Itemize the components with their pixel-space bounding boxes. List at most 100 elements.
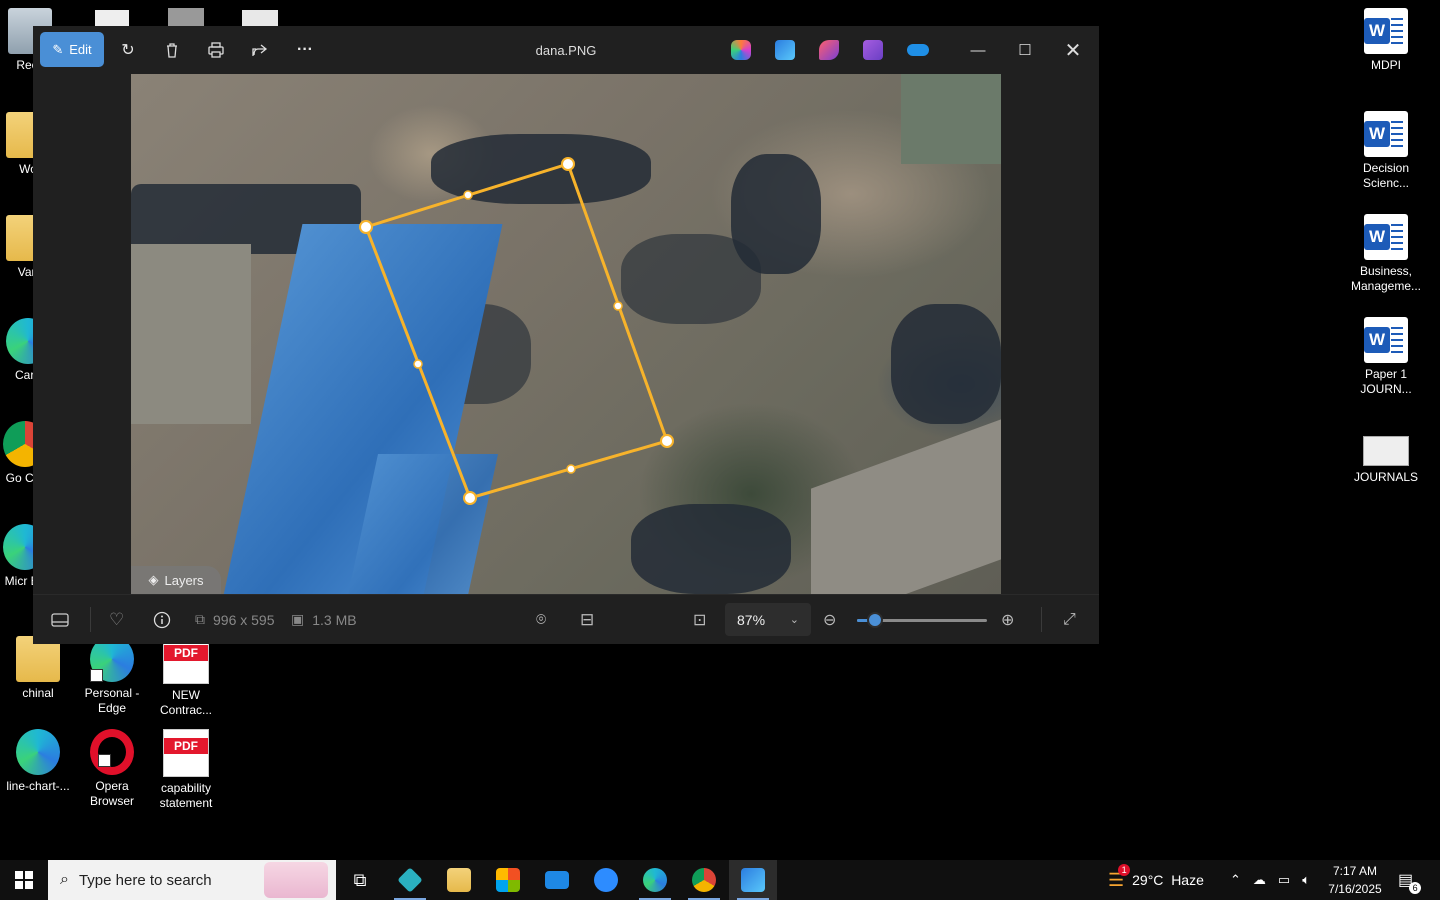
window-title: dana.PNG	[535, 43, 597, 58]
fullscreen-icon: ⤢	[1063, 610, 1076, 628]
chrome-icon	[692, 868, 716, 892]
edge-handle	[463, 190, 473, 200]
pdf-tag: PDF	[164, 738, 208, 754]
zoom-slider-thumb[interactable]	[867, 612, 883, 628]
filmstrip-button[interactable]	[51, 595, 69, 644]
zoom-dropdown[interactable]: 87% ⌄	[725, 603, 811, 636]
edge-handle	[566, 464, 576, 474]
close-icon: ✕	[1064, 39, 1082, 62]
layers-label: Layers	[164, 572, 204, 588]
taskbar-app-zoom[interactable]	[582, 860, 630, 900]
designer-icon[interactable]	[775, 40, 795, 60]
minimize-button[interactable]: —	[956, 36, 1000, 64]
task-view-button[interactable]: ⧉	[336, 860, 384, 900]
minimize-icon: —	[970, 41, 986, 59]
favorite-button[interactable]: ♡	[109, 595, 124, 644]
title-bar: ✎ Edit ↻ ··· dana.PNG — ☐ ✕	[33, 26, 1099, 74]
info-button[interactable]	[153, 595, 171, 644]
fit-window-icon: ⊡	[693, 611, 707, 629]
desktop-icon-document-top-1[interactable]	[95, 10, 129, 26]
taskbar-app-file-explorer[interactable]	[435, 860, 483, 900]
video-editor-icon[interactable]	[863, 40, 883, 60]
file-size-value: 1.3 MB	[312, 611, 357, 628]
clock-time: 7:17 AM	[1332, 864, 1378, 878]
start-button[interactable]	[0, 860, 48, 900]
corner-handle	[463, 491, 477, 505]
desktop-icon-journals[interactable]: JOURNALS	[1348, 426, 1424, 485]
search-highlight-image	[264, 862, 328, 898]
network-icon[interactable]: ▭	[1278, 872, 1290, 888]
info-icon	[153, 611, 171, 628]
maximize-button[interactable]: ☐	[1003, 36, 1047, 64]
weather-widget[interactable]: ☰ 1 29°C Haze	[1108, 860, 1204, 900]
desktop-icon-document-top-2[interactable]	[168, 8, 204, 26]
chevron-up-icon[interactable]: ⌃	[1230, 872, 1241, 888]
desktop-icon-mdpi[interactable]: W MDPI	[1348, 8, 1424, 73]
edge-icon	[16, 729, 60, 775]
desktop-icon-label: Decision Scienc...	[1362, 161, 1410, 190]
word-letter: W	[1364, 121, 1390, 147]
aerial-image[interactable]: ◈ Layers	[131, 74, 1001, 594]
photos-icon	[741, 868, 765, 892]
corner-handle	[660, 434, 674, 448]
taskbar-app-kite[interactable]	[386, 860, 434, 900]
desktop-icon-paper1[interactable]: W Paper 1 JOURN...	[1348, 317, 1424, 397]
taskbar-search-box[interactable]: ⌕ Type here to search	[48, 860, 336, 900]
notification-icon: ▤ 6	[1398, 870, 1422, 894]
fit-to-window-button[interactable]: ⊡	[693, 595, 706, 644]
desktop-icon-excel-top[interactable]	[242, 10, 278, 26]
copilot-icon[interactable]	[731, 40, 751, 60]
desktop-icon-business[interactable]: W Business, Manageme...	[1348, 214, 1424, 294]
clock[interactable]: 7:17 AM 7/16/2025	[1322, 862, 1388, 898]
volume-icon[interactable]: 🔈︎	[1302, 872, 1310, 888]
search-placeholder: Type here to search	[78, 871, 212, 889]
desktop-icon-capability[interactable]: PDF capability statement	[148, 729, 224, 811]
weather-icon: ☰ 1	[1108, 863, 1131, 891]
text-recognition-button[interactable]: ⊟	[580, 595, 594, 644]
fullscreen-button[interactable]: ⤢	[1063, 595, 1076, 644]
zoom-in-button[interactable]: ⊕	[1001, 595, 1014, 644]
zoom-value: 87%	[737, 611, 766, 628]
desktop-icon-new-contract[interactable]: PDF NEW Contrac...	[148, 636, 224, 718]
layers-button[interactable]: ◈ Layers	[131, 566, 221, 594]
task-view-icon: ⧉	[353, 869, 367, 890]
taskbar-app-mail[interactable]	[533, 860, 581, 900]
desktop-icon-chinal[interactable]: chinal	[0, 636, 76, 701]
maximize-icon: ☐	[1018, 42, 1032, 59]
notification-count: 6	[1409, 882, 1422, 894]
word-doc-icon: W	[1364, 111, 1408, 157]
selection-overlay[interactable]	[131, 74, 1001, 594]
document-icon	[1363, 436, 1409, 466]
notification-center-button[interactable]: ▤ 6	[1398, 860, 1422, 900]
visual-search-button[interactable]: ⌾	[536, 595, 546, 644]
image-dimensions: ⧉ 996 x 595	[195, 595, 275, 644]
weather-text: 29°C Haze	[1132, 872, 1204, 888]
onedrive-icon[interactable]	[907, 44, 929, 56]
zoom-slider[interactable]	[857, 612, 987, 628]
desktop-icon-decision-science[interactable]: W Decision Scienc...	[1348, 111, 1424, 191]
zoom-out-button[interactable]: ⊖	[823, 595, 836, 644]
desktop-icon-label: NEW Contrac...	[159, 688, 213, 717]
desktop-icon-label: MDPI	[1371, 58, 1401, 72]
taskbar-app-edge[interactable]	[631, 860, 679, 900]
weather-badge: 1	[1118, 863, 1131, 876]
clipchamp-icon[interactable]	[819, 40, 839, 60]
shortcut-arrow-icon	[90, 669, 103, 682]
taskbar-app-store[interactable]	[484, 860, 532, 900]
corner-handle	[561, 157, 575, 171]
clock-date: 7/16/2025	[1328, 882, 1382, 896]
zoom-icon	[594, 868, 618, 892]
scan-text-icon: ⊟	[580, 609, 595, 629]
close-button[interactable]: ✕	[1051, 36, 1095, 64]
desktop-icon-line-chart[interactable]: line-chart-...	[0, 729, 76, 794]
onedrive-tray-icon[interactable]: ☁	[1253, 872, 1266, 888]
taskbar-app-chrome[interactable]	[680, 860, 728, 900]
dimensions-icon: ⧉	[195, 611, 205, 627]
taskbar-app-photos[interactable]	[729, 860, 777, 900]
desktop-icon-personal-edge[interactable]: Personal - Edge	[74, 636, 150, 716]
desktop-icon-opera[interactable]: Opera Browser	[74, 729, 150, 809]
pdf-tag: PDF	[164, 645, 208, 661]
desktop-icon-label: Business, Manageme...	[1350, 264, 1422, 293]
zoom-in-icon: ⊕	[1001, 611, 1015, 629]
desktop-icon-label: capability statement	[159, 781, 213, 810]
